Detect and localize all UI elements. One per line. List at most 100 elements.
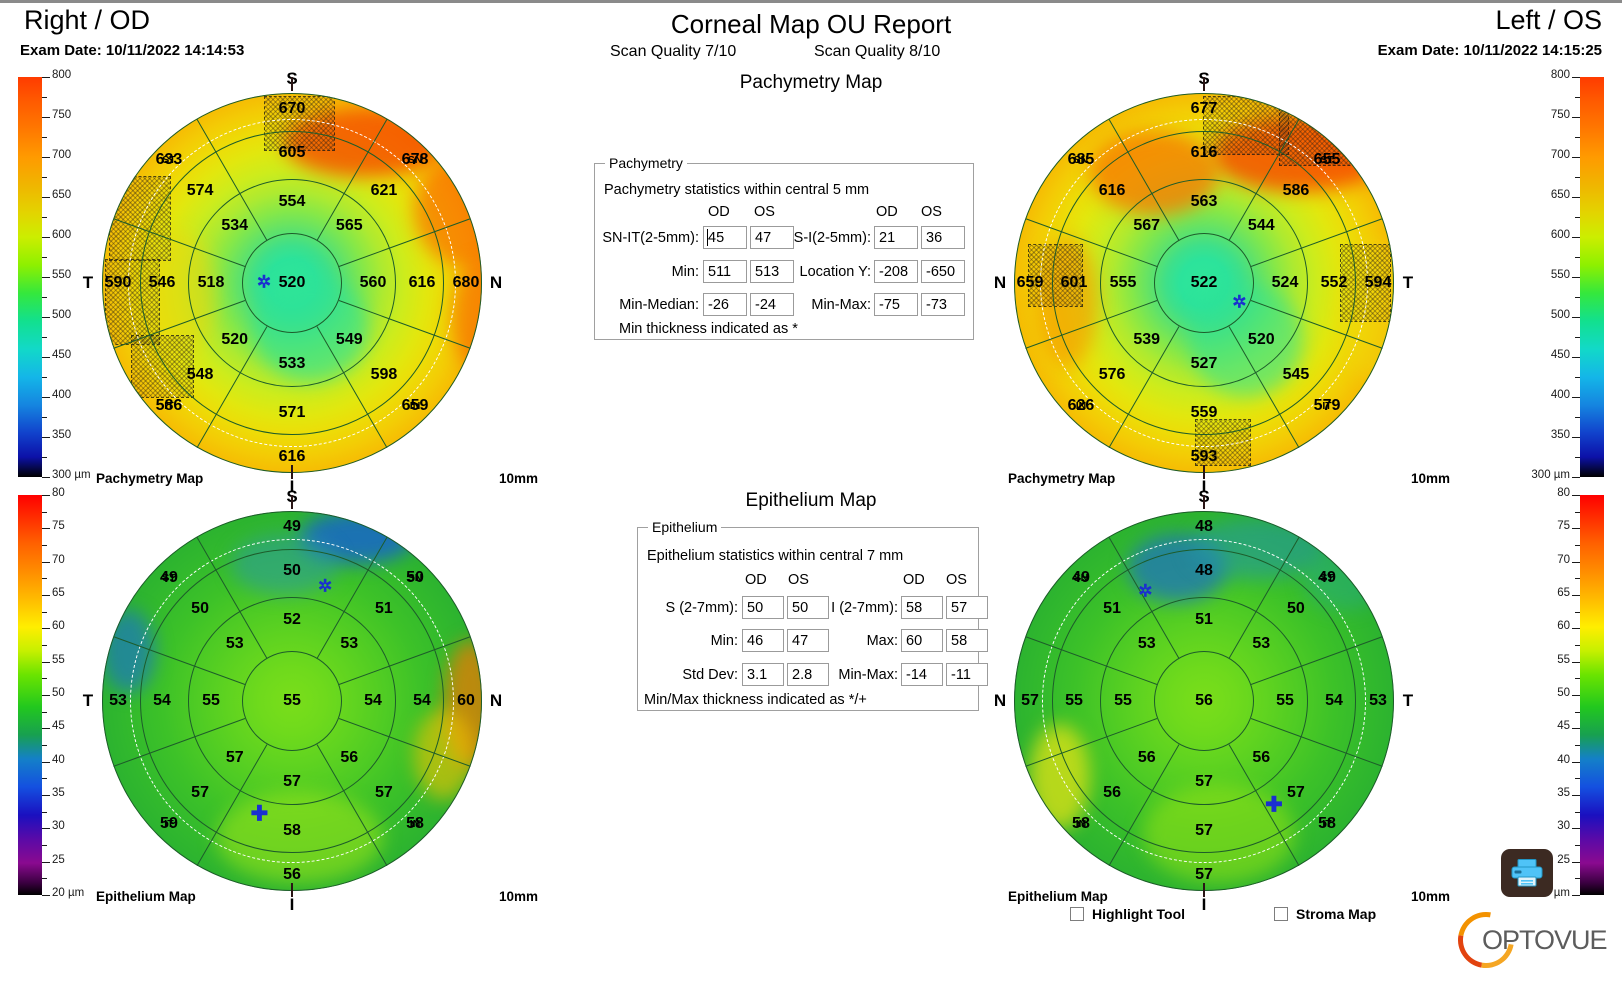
pachy-label-min-median: Min-Median: — [619, 297, 699, 313]
sector-value-ring_5_7mm-sn: 51 — [375, 600, 393, 618]
logo-ring-icon — [1447, 901, 1525, 979]
os-pachymetry-map[interactable]: SINTSNSTITIN5225635445245205275395555676… — [994, 69, 1450, 496]
colorbar-tick-label: 550 — [1550, 269, 1570, 281]
sector-value-ring_7_9mm-it: 58 — [1318, 815, 1336, 833]
pachy-location-y-od-field[interactable]: -208 — [874, 260, 918, 283]
epi-std-dev-os-field[interactable]: 2.8 — [787, 663, 829, 686]
colorbar-minor-tick — [42, 745, 47, 746]
epi-s-od-field[interactable]: 50 — [742, 596, 784, 619]
epi-col-os2: OS — [946, 572, 967, 588]
pachy-s-i-od-field[interactable]: 21 — [874, 226, 918, 249]
colorbar-minor-tick — [1575, 217, 1580, 218]
min-thickness-marker: ✲ — [1232, 292, 1247, 312]
epi-std-dev-od-field[interactable]: 3.1 — [742, 663, 784, 686]
epi-min-os-field[interactable]: 47 — [787, 629, 829, 652]
sector-value-ring_5_7mm-in: 56 — [1103, 783, 1121, 801]
sector-value-ring_7_9mm-n: 60 — [457, 692, 475, 709]
colorbar-tick-label: 40 — [1557, 753, 1570, 766]
colorbar-tick — [1572, 728, 1580, 730]
epi-i-od-field[interactable]: 58 — [901, 596, 943, 619]
epi-min-max-os-field[interactable]: -11 — [946, 663, 988, 686]
colorbar-minor-tick — [1575, 511, 1580, 513]
colorbar-minor-tick — [1575, 578, 1580, 580]
pachy-min-max-os-field[interactable]: -73 — [921, 293, 965, 316]
epi-col-od: OD — [745, 572, 767, 588]
sector-value-ring_5_7mm-in: 57 — [375, 783, 393, 801]
pachy-sn-it-od-field[interactable]: 45 — [703, 226, 747, 249]
sector-value-ring_5_7mm-i: 58 — [283, 822, 301, 839]
od-pachymetry-map[interactable]: SITNSTSNINIT5205545655605495335205185346… — [83, 69, 538, 496]
map-bottom-tick — [291, 465, 293, 479]
pachymetry-col-od: OD — [708, 204, 730, 220]
sector-value-ring_7_9mm-s: 49 — [283, 518, 301, 535]
highlight-tool-checkbox[interactable]: Highlight Tool — [1070, 906, 1185, 922]
pachy-s-i-os-field[interactable]: 36 — [921, 226, 965, 249]
checkbox-icon[interactable] — [1070, 907, 1084, 921]
pachymetry-panel-legend: Pachymetry — [605, 155, 687, 171]
colorbar-tick — [42, 495, 50, 496]
sector-value-center: 520 — [278, 274, 306, 291]
pachymetry-panel-subtitle: Pachymetry statistics within central 5 m… — [604, 182, 870, 198]
pachymetry-col-os2: OS — [921, 204, 942, 220]
sector-value-ring_7_9mm-s: 48 — [1195, 518, 1213, 535]
orientation-label-n: N — [489, 273, 503, 292]
sector-value-ring_5_7mm-n: 601 — [1060, 274, 1088, 291]
optovue-logo: OPTOVUE — [1447, 901, 1608, 979]
colorbar-tick — [1572, 437, 1580, 438]
colorbar-minor-tick — [1575, 137, 1580, 138]
colorbar-tick-label: 35 — [1557, 787, 1570, 799]
sector-value-ring_2_5mm-st: 534 — [221, 216, 249, 234]
colorbar-unit-label: 300 µm — [52, 469, 91, 481]
colorbar-tick — [42, 595, 50, 596]
colorbar-tick — [42, 695, 50, 696]
colorbar-minor-tick — [42, 457, 47, 458]
colorbar-tick-label: 450 — [52, 349, 72, 361]
sector-value-ring_5_7mm-n: 55 — [1065, 692, 1083, 709]
colorbar-gradient — [1580, 77, 1604, 477]
print-button[interactable] — [1501, 849, 1553, 897]
epi-label-s: S (2-7mm): — [665, 600, 739, 616]
sector-value-ring_5_7mm-in: 576 — [1098, 365, 1126, 383]
pachy-min-os-field[interactable]: 513 — [750, 260, 794, 283]
colorbar-minor-tick — [1575, 645, 1580, 646]
colorbar-minor-tick — [42, 678, 47, 680]
epi-max-od-field[interactable]: 60 — [901, 629, 943, 652]
sector-value-ring_2_5mm-st: 53 — [225, 634, 244, 652]
colorbar-tick-label: 55 — [1557, 653, 1570, 666]
pachy-location-y-os-field[interactable]: -650 — [921, 260, 965, 283]
colorbar-tick — [1572, 761, 1580, 763]
colorbar-tick-label: 75 — [52, 520, 65, 533]
colorbar-minor-tick — [1575, 678, 1580, 680]
epi-s-os-field[interactable]: 50 — [787, 596, 829, 619]
colorbar-minor-tick — [1575, 611, 1580, 613]
sector-value-ring_5_7mm-st: 50 — [1287, 600, 1305, 618]
sector-value-ring_7_9mm-t: 594 — [1364, 274, 1392, 291]
printer-icon — [1511, 859, 1543, 887]
os-epithelium-map[interactable]: SINTSNSTITIN5651535556575655534850545757… — [994, 487, 1450, 914]
epi-max-os-field[interactable]: 58 — [946, 629, 988, 652]
pachy-min-od-field[interactable]: 511 — [703, 260, 747, 283]
colorbar-tick — [1572, 861, 1580, 863]
od-epithelium-map[interactable]: SITNSTSNINIT5552535456575755535051545758… — [83, 487, 538, 914]
stroma-map-checkbox[interactable]: Stroma Map — [1274, 906, 1376, 922]
pachy-min-median-os-field[interactable]: -24 — [750, 293, 794, 316]
sector-value-ring_5_7mm-it: 548 — [186, 365, 214, 383]
colorbar-tick-label: 65 — [1557, 587, 1570, 599]
map-top-tick — [291, 495, 293, 509]
epi-i-os-field[interactable]: 57 — [946, 596, 988, 619]
pachy-min-median-od-field[interactable]: -26 — [703, 293, 747, 316]
epi-min-od-field[interactable]: 46 — [742, 629, 784, 652]
sector-value-ring_7_9mm-st: 49 — [1318, 568, 1336, 586]
pachy-sn-it-os-field[interactable]: 47 — [750, 226, 794, 249]
epi-min-max-od-field[interactable]: -14 — [901, 663, 943, 686]
sector-value-ring_7_9mm-sn: 685 — [1067, 150, 1095, 168]
orientation-label-i: I — [1201, 895, 1207, 914]
colorbar-tick-label: 650 — [52, 189, 72, 201]
colorbar-tick-label: 750 — [1550, 109, 1570, 121]
sector-value-ring_5_7mm-i: 559 — [1190, 404, 1218, 421]
checkbox-icon[interactable] — [1274, 907, 1288, 921]
sector-value-ring_2_5mm-i: 527 — [1190, 355, 1218, 372]
pachy-min-max-od-field[interactable]: -75 — [874, 293, 918, 316]
sector-value-ring_5_7mm-in: 598 — [370, 365, 398, 383]
colorbar-minor-tick — [1575, 257, 1580, 258]
